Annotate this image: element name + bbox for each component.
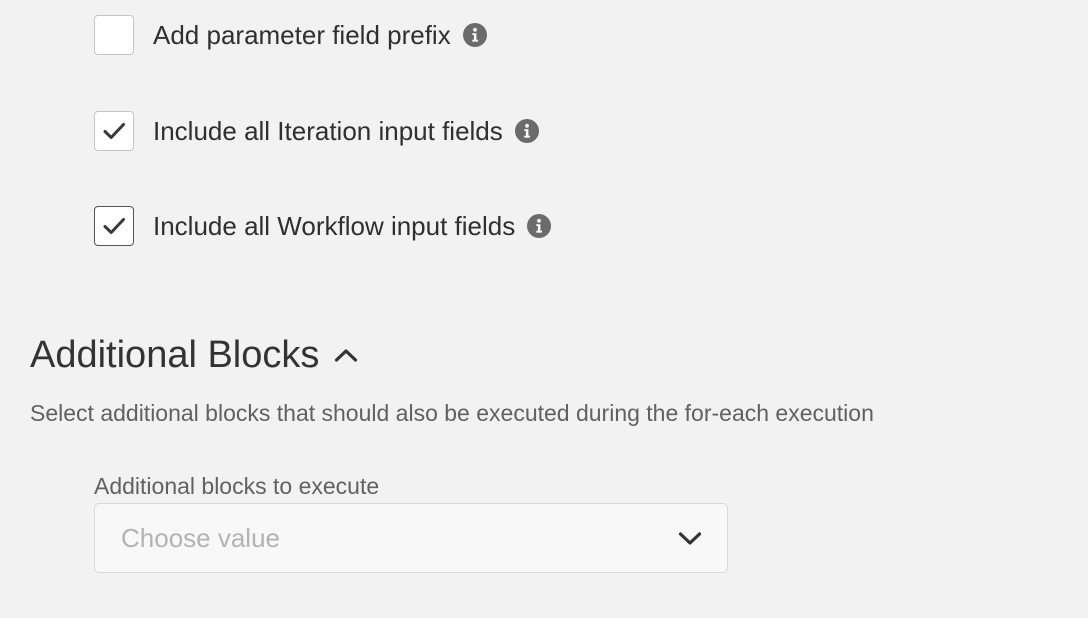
- include-iteration-input-fields-label[interactable]: Include all Iteration input fields: [153, 116, 503, 147]
- add-parameter-field-prefix-label[interactable]: Add parameter field prefix: [153, 20, 451, 51]
- option-include-iteration-input-fields: Include all Iteration input fields: [94, 109, 539, 153]
- chevron-up-icon[interactable]: [333, 343, 359, 369]
- for-each-settings-panel: Add parameter field prefix Include all I…: [0, 0, 1088, 618]
- option-add-parameter-field-prefix: Add parameter field prefix: [94, 13, 487, 57]
- info-icon[interactable]: [462, 23, 487, 47]
- include-workflow-input-fields-checkbox[interactable]: [94, 206, 134, 246]
- chevron-down-icon[interactable]: [677, 525, 703, 551]
- info-icon[interactable]: [527, 214, 552, 238]
- checkmark-icon: [103, 218, 125, 234]
- include-iteration-input-fields-checkbox[interactable]: [94, 111, 134, 151]
- option-include-workflow-input-fields: Include all Workflow input fields: [94, 204, 552, 248]
- additional-blocks-section-toggle[interactable]: Additional Blocks: [30, 334, 359, 377]
- additional-blocks-field-label: Additional blocks to execute: [94, 473, 380, 499]
- section-title: Additional Blocks: [30, 334, 320, 376]
- section-description: Select additional blocks that should als…: [30, 400, 874, 426]
- select-placeholder: Choose value: [121, 522, 280, 553]
- add-parameter-field-prefix-checkbox[interactable]: [94, 15, 134, 55]
- checkmark-icon: [103, 123, 125, 139]
- info-icon[interactable]: [514, 119, 539, 143]
- include-workflow-input-fields-label[interactable]: Include all Workflow input fields: [153, 211, 515, 242]
- additional-blocks-select[interactable]: Choose value: [94, 503, 728, 573]
